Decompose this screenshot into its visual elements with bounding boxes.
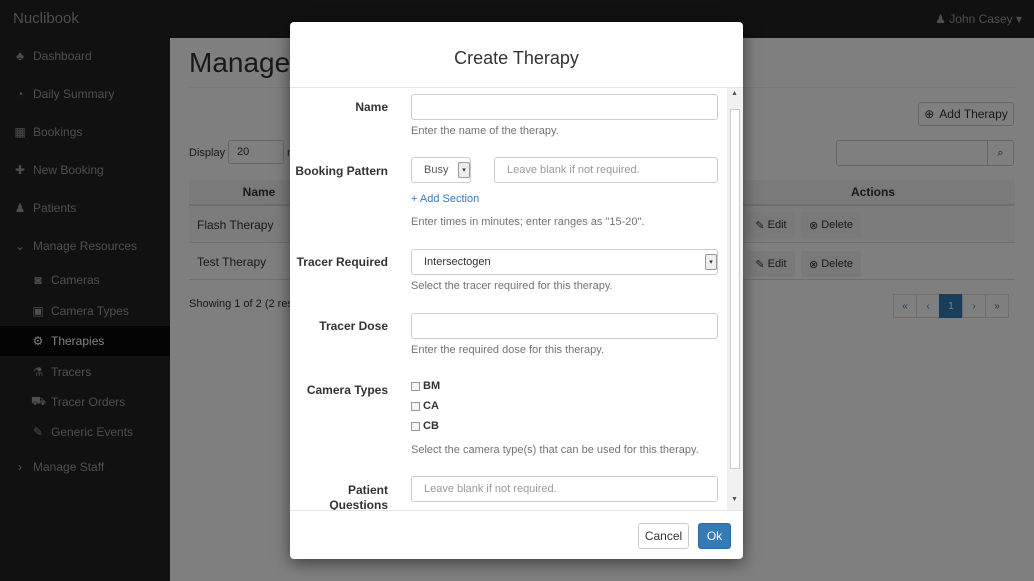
camera-type-checkbox[interactable]: BM — [411, 380, 440, 392]
name-input[interactable] — [411, 94, 718, 120]
camera-type-checkbox[interactable]: CA — [411, 400, 439, 412]
tracer-required-select[interactable]: Intersectogen — [411, 249, 718, 275]
camera-types-help: Select the camera type(s) that can be us… — [411, 444, 699, 456]
modal-footer: Cancel Ok — [290, 510, 743, 559]
tracer-required-label: Tracer Required — [296, 255, 388, 269]
modal-header: Create Therapy — [290, 22, 743, 88]
cancel-button[interactable]: Cancel — [638, 523, 689, 549]
booking-pattern-value: Busy — [424, 164, 449, 176]
checkbox-box[interactable] — [411, 401, 420, 411]
checkbox-box[interactable] — [411, 421, 420, 431]
tracer-required-help: Select the tracer required for this ther… — [411, 280, 613, 292]
modal-title: Create Therapy — [454, 48, 579, 68]
scroll-up-icon[interactable]: ▲ — [731, 90, 738, 97]
name-label: Name — [355, 100, 388, 114]
patient-questions-label-2: Questions — [329, 498, 388, 510]
camera-types-label: Camera Types — [306, 383, 388, 397]
patient-questions-label-1: Patient — [347, 483, 388, 497]
booking-pattern-label: Booking Pattern — [295, 164, 388, 178]
checkbox-box[interactable] — [411, 381, 420, 391]
scroll-down-icon[interactable]: ▼ — [731, 496, 738, 503]
tracer-dose-input[interactable] — [411, 313, 718, 339]
booking-pattern-input[interactable]: Leave blank if not required. — [494, 157, 718, 183]
modal-scrollbar[interactable]: ▲ ▼ — [727, 88, 743, 510]
camera-type-checkbox[interactable]: CB — [411, 420, 439, 432]
create-therapy-modal: Create Therapy Name Enter the name of th… — [290, 22, 743, 559]
tracer-required-value: Intersectogen — [424, 256, 491, 268]
scroll-thumb[interactable] — [730, 109, 740, 469]
tracer-dose-label: Tracer Dose — [319, 319, 388, 333]
ok-button[interactable]: Ok — [698, 523, 731, 549]
camera-type-label: CB — [423, 420, 439, 432]
modal-body: Name Enter the name of the therapy. Book… — [290, 88, 743, 510]
chevron-down-icon[interactable]: ▾ — [458, 162, 470, 178]
booking-pattern-help: Enter times in minutes; enter ranges as … — [411, 216, 645, 228]
name-help: Enter the name of the therapy. — [411, 125, 559, 137]
tracer-dose-help: Enter the required dose for this therapy… — [411, 344, 605, 356]
camera-type-label: BM — [423, 380, 441, 392]
patient-questions-input[interactable]: Leave blank if not required. — [411, 476, 718, 502]
chevron-down-icon[interactable]: ▾ — [705, 254, 717, 270]
camera-type-label: CA — [423, 400, 439, 412]
add-section-link[interactable]: + Add Section — [411, 193, 479, 205]
